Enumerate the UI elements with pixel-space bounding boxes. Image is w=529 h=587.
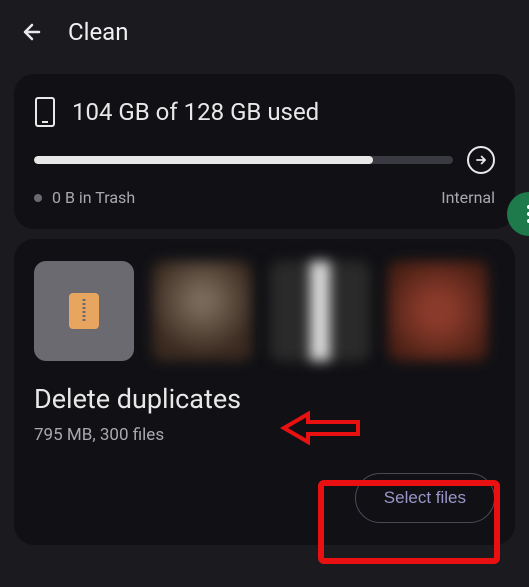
back-icon[interactable] [20, 20, 44, 44]
thumbnail-image[interactable] [270, 261, 370, 361]
storage-progress-fill [34, 156, 373, 164]
duplicates-card: Delete duplicates 795 MB, 300 files Sele… [14, 239, 515, 545]
page-title: Clean [68, 18, 129, 46]
dot-icon [34, 194, 42, 202]
phone-icon [34, 96, 56, 128]
select-files-button[interactable]: Select files [355, 473, 495, 523]
zip-file-icon [69, 293, 99, 329]
storage-progress-bar [34, 156, 453, 164]
duplicates-subtitle: 795 MB, 300 files [34, 425, 495, 445]
header: Clean [0, 0, 529, 64]
thumbnail-image[interactable] [152, 261, 252, 361]
storage-location: Internal [441, 188, 495, 207]
trash-text: 0 B in Trash [52, 188, 135, 207]
thumbnail-image[interactable] [388, 261, 488, 361]
thumbnail-zip[interactable] [34, 261, 134, 361]
duplicates-title: Delete duplicates [34, 383, 495, 415]
storage-usage-text: 104 GB of 128 GB used [72, 98, 319, 126]
storage-card: 104 GB of 128 GB used 0 B in Trash Inter… [14, 74, 515, 229]
trash-info: 0 B in Trash [34, 188, 135, 207]
arrow-right-circle-icon[interactable] [467, 146, 495, 174]
thumbnail-row [34, 261, 495, 361]
